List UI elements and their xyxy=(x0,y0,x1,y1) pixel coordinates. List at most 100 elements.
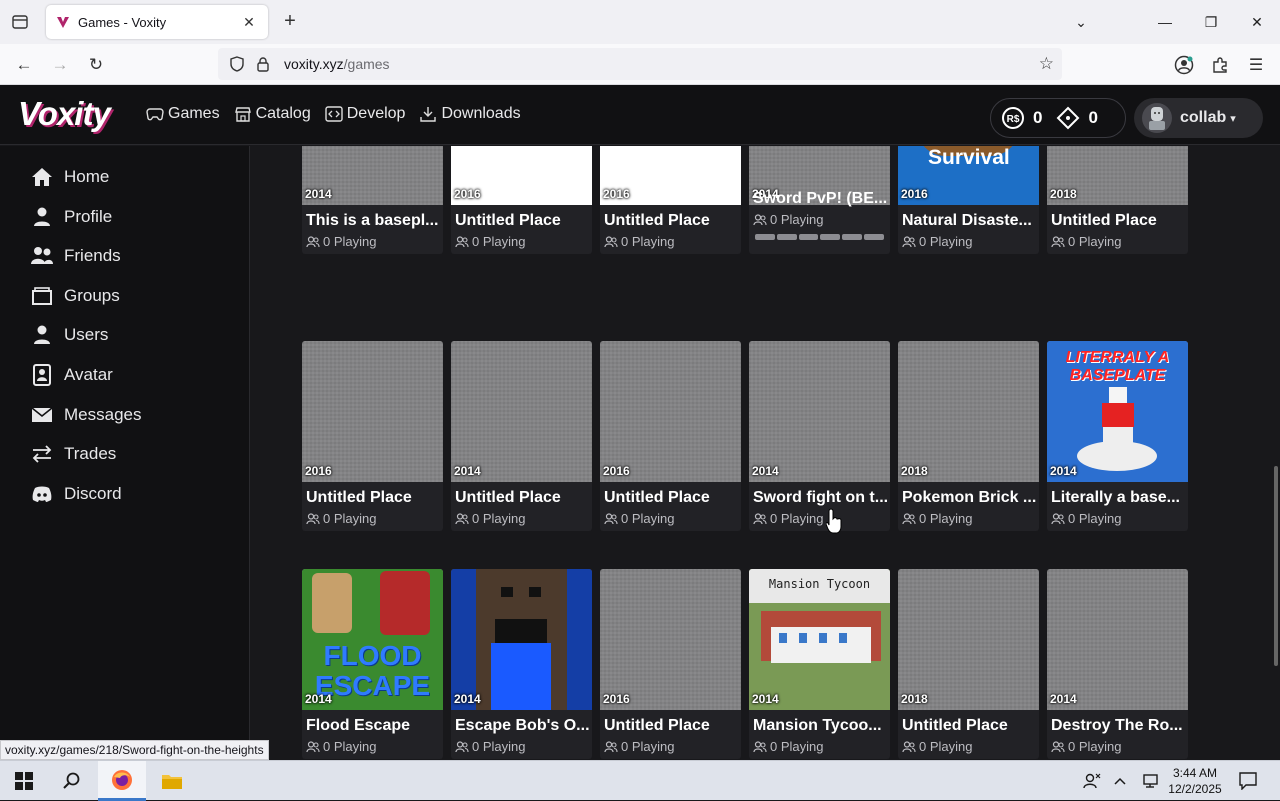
game-thumbnail[interactable]: 2014 xyxy=(749,341,890,482)
sidebar-item-avatar[interactable]: Avatar xyxy=(30,360,113,390)
game-thumbnail[interactable]: FLOOD ESCAPE 2014 xyxy=(302,569,443,710)
game-title[interactable]: Flood Escape xyxy=(306,717,440,735)
game-thumbnail[interactable]: 2016 xyxy=(600,146,741,205)
close-window-icon[interactable]: ✕ xyxy=(1234,0,1280,44)
game-title[interactable]: Untitled Place xyxy=(604,717,738,735)
forward-icon[interactable]: → xyxy=(47,52,73,78)
search-icon[interactable] xyxy=(48,761,96,801)
game-thumbnail[interactable]: 2016 xyxy=(600,341,741,482)
game-title[interactable]: Natural Disaste... xyxy=(902,212,1036,230)
game-year: 2016 xyxy=(454,187,481,201)
game-title[interactable]: Sword PvP! (BE... xyxy=(753,190,887,208)
new-tab-icon[interactable]: + xyxy=(280,10,300,34)
game-card[interactable]: 2016 Untitled Place 0 Playing xyxy=(302,341,443,531)
game-card[interactable]: 2018 Untitled Place 0 Playing xyxy=(898,569,1039,759)
nav-catalog[interactable]: Catalog xyxy=(234,105,311,123)
nav-develop[interactable]: Develop xyxy=(325,105,405,123)
user-menu[interactable]: collab ▾ xyxy=(1134,98,1263,138)
game-card[interactable]: Mansion Tycoon 2014 Mansion Tycoo... 0 Play… xyxy=(749,569,890,759)
taskbar-clock[interactable]: 3:44 AM 12/2/2025 xyxy=(1166,765,1224,797)
tray-chevron-up-icon[interactable] xyxy=(1104,761,1136,801)
address-bar[interactable]: voxity.xyz/games ☆ xyxy=(218,48,1062,80)
file-explorer-icon[interactable] xyxy=(148,761,196,801)
scrollbar-thumb[interactable] xyxy=(1274,466,1278,666)
game-title[interactable]: Untitled Place xyxy=(1051,212,1185,230)
game-card[interactable]: FLOOD ESCAPE 2014 Flood Escape 0 Playing xyxy=(302,569,443,759)
game-thumbnail[interactable]: 2018 xyxy=(898,341,1039,482)
sidebar-item-messages[interactable]: Messages xyxy=(30,400,141,430)
game-title[interactable]: Mansion Tycoo... xyxy=(753,717,887,735)
sidebar-item-friends[interactable]: Friends xyxy=(30,241,121,271)
restore-icon[interactable]: ❐ xyxy=(1188,0,1234,44)
game-title[interactable]: Escape Bob's O... xyxy=(455,717,589,735)
windows-start-icon[interactable] xyxy=(0,761,48,801)
currency-balance[interactable]: R$ 0 0 xyxy=(990,98,1126,138)
nav-downloads[interactable]: Downloads xyxy=(419,105,521,123)
page-scrollbar[interactable] xyxy=(1272,146,1280,760)
back-icon[interactable]: ← xyxy=(11,52,37,78)
game-thumbnail[interactable]: 2014 xyxy=(302,146,443,205)
game-thumbnail[interactable]: Mansion Tycoon 2014 xyxy=(749,569,890,710)
game-thumbnail[interactable]: 2018 xyxy=(898,569,1039,710)
game-card[interactable]: 2014 Sword fight on t... 0 Playing xyxy=(749,341,890,531)
game-title[interactable]: Sword fight on t... xyxy=(753,489,887,507)
sidebar-item-discord[interactable]: Discord xyxy=(30,479,122,509)
game-title[interactable]: Untitled Place xyxy=(604,212,738,230)
game-title[interactable]: Pokemon Brick ... xyxy=(902,489,1036,507)
gamepad-icon xyxy=(146,108,164,121)
game-title[interactable]: Literally a base... xyxy=(1051,489,1185,507)
game-thumbnail[interactable]: 2016 xyxy=(451,146,592,205)
extensions-icon[interactable] xyxy=(1209,54,1231,76)
tab-list-icon[interactable] xyxy=(0,0,40,44)
game-card[interactable]: 2016 Untitled Place 0 Playing xyxy=(451,146,592,254)
game-thumbnail[interactable]: 2018 xyxy=(1047,146,1188,205)
reload-icon[interactable]: ↻ xyxy=(83,52,109,78)
game-card[interactable]: Survival 2016 Natural Disaste... 0 Playing xyxy=(898,146,1039,254)
sidebar-item-home[interactable]: Home xyxy=(30,162,109,192)
network-icon[interactable] xyxy=(1134,761,1166,801)
game-title[interactable]: Untitled Place xyxy=(902,717,1036,735)
notifications-icon[interactable] xyxy=(1228,761,1268,801)
game-thumbnail[interactable]: 2014 xyxy=(451,569,592,710)
game-thumbnail[interactable]: Survival 2016 xyxy=(898,146,1039,205)
game-thumbnail[interactable]: 2014 xyxy=(451,341,592,482)
avatar-icon xyxy=(30,363,54,387)
game-card[interactable]: 2014 Escape Bob's O... 0 Playing xyxy=(451,569,592,759)
game-thumbnail[interactable]: 2014 xyxy=(1047,569,1188,710)
menu-hamburger-icon[interactable]: ☰ xyxy=(1245,54,1267,76)
game-card[interactable]: 2018 Untitled Place 0 Playing xyxy=(1047,146,1188,254)
tab-overflow-chevron-icon[interactable]: ⌄ xyxy=(1058,0,1104,44)
game-title[interactable]: Untitled Place xyxy=(455,212,589,230)
game-card[interactable]: 2016 Untitled Place 0 Playing xyxy=(600,569,741,759)
game-title[interactable]: Destroy The Ro... xyxy=(1051,717,1185,735)
sidebar-item-groups[interactable]: Groups xyxy=(30,281,120,311)
game-card[interactable]: 2014 This is a basepl... 0 Playing xyxy=(302,146,443,254)
close-tab-icon[interactable]: ✕ xyxy=(240,14,258,31)
game-card[interactable]: 2014 Destroy The Ro... 0 Playing xyxy=(1047,569,1188,759)
game-title[interactable]: Untitled Place xyxy=(306,489,440,507)
nav-games[interactable]: Games xyxy=(146,105,220,123)
game-card[interactable]: 2018 Pokemon Brick ... 0 Playing xyxy=(898,341,1039,531)
game-card[interactable]: 2014 Sword PvP! (BE... 0 Playing xyxy=(749,146,890,254)
game-thumbnail[interactable]: 2016 xyxy=(600,569,741,710)
game-title[interactable]: Untitled Place xyxy=(455,489,589,507)
game-card[interactable]: 2014 Untitled Place 0 Playing xyxy=(451,341,592,531)
game-thumbnail[interactable]: 2016 xyxy=(302,341,443,482)
sidebar-item-trades[interactable]: Trades xyxy=(30,439,116,469)
lock-icon[interactable] xyxy=(252,56,274,72)
account-icon[interactable] xyxy=(1173,54,1195,76)
sidebar-item-profile[interactable]: Profile xyxy=(30,202,112,232)
bookmark-star-icon[interactable]: ☆ xyxy=(1039,54,1054,74)
game-title[interactable]: Untitled Place xyxy=(604,489,738,507)
game-card[interactable]: 2016 Untitled Place 0 Playing xyxy=(600,146,741,254)
game-thumbnail[interactable]: LITERRALY A BASEPLATE 2014 xyxy=(1047,341,1188,482)
shield-icon[interactable] xyxy=(222,56,252,72)
firefox-taskbar-icon[interactable] xyxy=(98,761,146,801)
sidebar-item-users[interactable]: Users xyxy=(30,320,108,350)
voxity-logo[interactable]: Voxity xyxy=(18,95,111,133)
game-title[interactable]: This is a basepl... xyxy=(306,212,440,230)
browser-tab[interactable]: Games - Voxity ✕ xyxy=(46,5,268,39)
minimize-icon[interactable]: — xyxy=(1142,0,1188,44)
game-card[interactable]: 2016 Untitled Place 0 Playing xyxy=(600,341,741,531)
game-card[interactable]: LITERRALY A BASEPLATE 2014 Literally a bas… xyxy=(1047,341,1188,531)
